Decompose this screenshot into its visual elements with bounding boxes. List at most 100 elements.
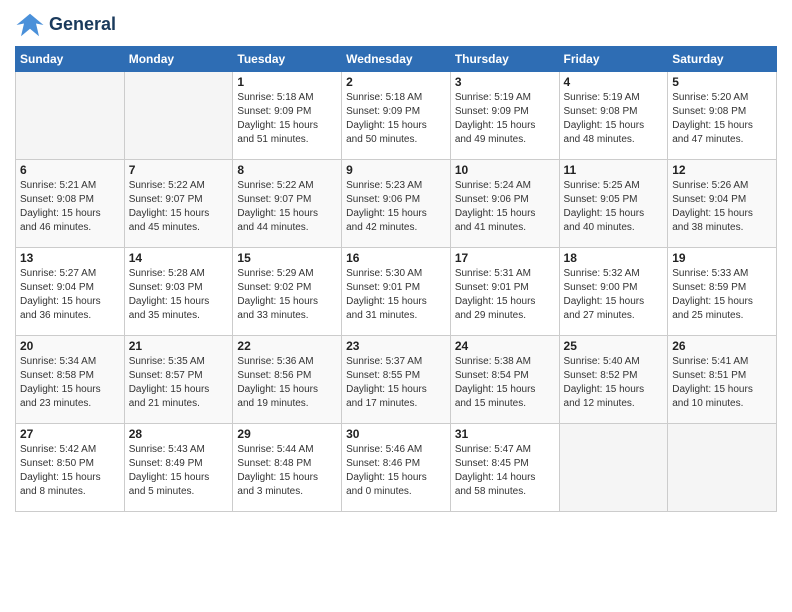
day-number: 30 [346, 427, 446, 441]
day-info: Sunrise: 5:32 AMSunset: 9:00 PMDaylight:… [564, 267, 664, 323]
calendar-cell: 1 Sunrise: 5:18 AMSunset: 9:09 PMDayligh… [233, 72, 342, 160]
calendar-cell: 21 Sunrise: 5:35 AMSunset: 8:57 PMDaylig… [124, 336, 233, 424]
calendar-cell: 31 Sunrise: 5:47 AMSunset: 8:45 PMDaylig… [450, 424, 559, 512]
day-number: 1 [237, 75, 337, 89]
calendar-cell: 18 Sunrise: 5:32 AMSunset: 9:00 PMDaylig… [559, 248, 668, 336]
day-number: 23 [346, 339, 446, 353]
day-info: Sunrise: 5:22 AMSunset: 9:07 PMDaylight:… [129, 179, 229, 235]
day-info: Sunrise: 5:20 AMSunset: 9:08 PMDaylight:… [672, 91, 772, 147]
day-info: Sunrise: 5:36 AMSunset: 8:56 PMDaylight:… [237, 355, 337, 411]
day-info: Sunrise: 5:46 AMSunset: 8:46 PMDaylight:… [346, 443, 446, 499]
calendar-cell: 30 Sunrise: 5:46 AMSunset: 8:46 PMDaylig… [342, 424, 451, 512]
day-info: Sunrise: 5:25 AMSunset: 9:05 PMDaylight:… [564, 179, 664, 235]
weekday-header-monday: Monday [124, 47, 233, 72]
day-info: Sunrise: 5:37 AMSunset: 8:55 PMDaylight:… [346, 355, 446, 411]
calendar-cell: 4 Sunrise: 5:19 AMSunset: 9:08 PMDayligh… [559, 72, 668, 160]
day-info: Sunrise: 5:27 AMSunset: 9:04 PMDaylight:… [20, 267, 120, 323]
weekday-header-wednesday: Wednesday [342, 47, 451, 72]
calendar-cell: 3 Sunrise: 5:19 AMSunset: 9:09 PMDayligh… [450, 72, 559, 160]
calendar-cell [559, 424, 668, 512]
calendar-cell: 14 Sunrise: 5:28 AMSunset: 9:03 PMDaylig… [124, 248, 233, 336]
day-info: Sunrise: 5:19 AMSunset: 9:09 PMDaylight:… [455, 91, 555, 147]
day-number: 8 [237, 163, 337, 177]
calendar-cell: 8 Sunrise: 5:22 AMSunset: 9:07 PMDayligh… [233, 160, 342, 248]
calendar-cell: 22 Sunrise: 5:36 AMSunset: 8:56 PMDaylig… [233, 336, 342, 424]
calendar-cell: 16 Sunrise: 5:30 AMSunset: 9:01 PMDaylig… [342, 248, 451, 336]
day-number: 6 [20, 163, 120, 177]
day-number: 25 [564, 339, 664, 353]
day-info: Sunrise: 5:38 AMSunset: 8:54 PMDaylight:… [455, 355, 555, 411]
calendar-cell: 27 Sunrise: 5:42 AMSunset: 8:50 PMDaylig… [16, 424, 125, 512]
calendar-cell: 25 Sunrise: 5:40 AMSunset: 8:52 PMDaylig… [559, 336, 668, 424]
calendar-cell: 26 Sunrise: 5:41 AMSunset: 8:51 PMDaylig… [668, 336, 777, 424]
day-info: Sunrise: 5:28 AMSunset: 9:03 PMDaylight:… [129, 267, 229, 323]
day-info: Sunrise: 5:21 AMSunset: 9:08 PMDaylight:… [20, 179, 120, 235]
day-number: 4 [564, 75, 664, 89]
day-number: 16 [346, 251, 446, 265]
calendar-cell: 5 Sunrise: 5:20 AMSunset: 9:08 PMDayligh… [668, 72, 777, 160]
day-info: Sunrise: 5:42 AMSunset: 8:50 PMDaylight:… [20, 443, 120, 499]
day-number: 18 [564, 251, 664, 265]
calendar-cell: 10 Sunrise: 5:24 AMSunset: 9:06 PMDaylig… [450, 160, 559, 248]
day-number: 9 [346, 163, 446, 177]
day-info: Sunrise: 5:24 AMSunset: 9:06 PMDaylight:… [455, 179, 555, 235]
calendar-cell: 24 Sunrise: 5:38 AMSunset: 8:54 PMDaylig… [450, 336, 559, 424]
day-number: 14 [129, 251, 229, 265]
day-info: Sunrise: 5:18 AMSunset: 9:09 PMDaylight:… [237, 91, 337, 147]
day-number: 10 [455, 163, 555, 177]
day-number: 2 [346, 75, 446, 89]
day-number: 7 [129, 163, 229, 177]
day-number: 22 [237, 339, 337, 353]
calendar-cell: 28 Sunrise: 5:43 AMSunset: 8:49 PMDaylig… [124, 424, 233, 512]
day-number: 20 [20, 339, 120, 353]
weekday-header-friday: Friday [559, 47, 668, 72]
logo-text: General [49, 15, 116, 35]
calendar-cell: 12 Sunrise: 5:26 AMSunset: 9:04 PMDaylig… [668, 160, 777, 248]
day-number: 24 [455, 339, 555, 353]
day-info: Sunrise: 5:31 AMSunset: 9:01 PMDaylight:… [455, 267, 555, 323]
logo: General [15, 10, 116, 40]
calendar-cell: 7 Sunrise: 5:22 AMSunset: 9:07 PMDayligh… [124, 160, 233, 248]
calendar-cell [16, 72, 125, 160]
calendar-cell: 6 Sunrise: 5:21 AMSunset: 9:08 PMDayligh… [16, 160, 125, 248]
calendar-cell [124, 72, 233, 160]
day-info: Sunrise: 5:35 AMSunset: 8:57 PMDaylight:… [129, 355, 229, 411]
calendar-table: SundayMondayTuesdayWednesdayThursdayFrid… [15, 46, 777, 512]
day-info: Sunrise: 5:43 AMSunset: 8:49 PMDaylight:… [129, 443, 229, 499]
day-info: Sunrise: 5:47 AMSunset: 8:45 PMDaylight:… [455, 443, 555, 499]
weekday-header-tuesday: Tuesday [233, 47, 342, 72]
page-header: General [15, 10, 777, 40]
calendar-cell: 19 Sunrise: 5:33 AMSunset: 8:59 PMDaylig… [668, 248, 777, 336]
weekday-header-saturday: Saturday [668, 47, 777, 72]
day-info: Sunrise: 5:40 AMSunset: 8:52 PMDaylight:… [564, 355, 664, 411]
day-info: Sunrise: 5:23 AMSunset: 9:06 PMDaylight:… [346, 179, 446, 235]
day-number: 29 [237, 427, 337, 441]
day-info: Sunrise: 5:19 AMSunset: 9:08 PMDaylight:… [564, 91, 664, 147]
day-info: Sunrise: 5:41 AMSunset: 8:51 PMDaylight:… [672, 355, 772, 411]
day-number: 28 [129, 427, 229, 441]
weekday-header-sunday: Sunday [16, 47, 125, 72]
weekday-header-thursday: Thursday [450, 47, 559, 72]
day-info: Sunrise: 5:26 AMSunset: 9:04 PMDaylight:… [672, 179, 772, 235]
day-number: 12 [672, 163, 772, 177]
day-number: 17 [455, 251, 555, 265]
day-info: Sunrise: 5:29 AMSunset: 9:02 PMDaylight:… [237, 267, 337, 323]
day-number: 31 [455, 427, 555, 441]
calendar-cell: 15 Sunrise: 5:29 AMSunset: 9:02 PMDaylig… [233, 248, 342, 336]
calendar-cell: 9 Sunrise: 5:23 AMSunset: 9:06 PMDayligh… [342, 160, 451, 248]
calendar-cell: 11 Sunrise: 5:25 AMSunset: 9:05 PMDaylig… [559, 160, 668, 248]
day-number: 21 [129, 339, 229, 353]
day-info: Sunrise: 5:18 AMSunset: 9:09 PMDaylight:… [346, 91, 446, 147]
calendar-cell: 23 Sunrise: 5:37 AMSunset: 8:55 PMDaylig… [342, 336, 451, 424]
day-info: Sunrise: 5:34 AMSunset: 8:58 PMDaylight:… [20, 355, 120, 411]
calendar-cell: 13 Sunrise: 5:27 AMSunset: 9:04 PMDaylig… [16, 248, 125, 336]
day-info: Sunrise: 5:44 AMSunset: 8:48 PMDaylight:… [237, 443, 337, 499]
day-number: 19 [672, 251, 772, 265]
day-info: Sunrise: 5:22 AMSunset: 9:07 PMDaylight:… [237, 179, 337, 235]
day-info: Sunrise: 5:30 AMSunset: 9:01 PMDaylight:… [346, 267, 446, 323]
calendar-cell [668, 424, 777, 512]
calendar-cell: 29 Sunrise: 5:44 AMSunset: 8:48 PMDaylig… [233, 424, 342, 512]
calendar-cell: 2 Sunrise: 5:18 AMSunset: 9:09 PMDayligh… [342, 72, 451, 160]
day-number: 27 [20, 427, 120, 441]
day-number: 26 [672, 339, 772, 353]
